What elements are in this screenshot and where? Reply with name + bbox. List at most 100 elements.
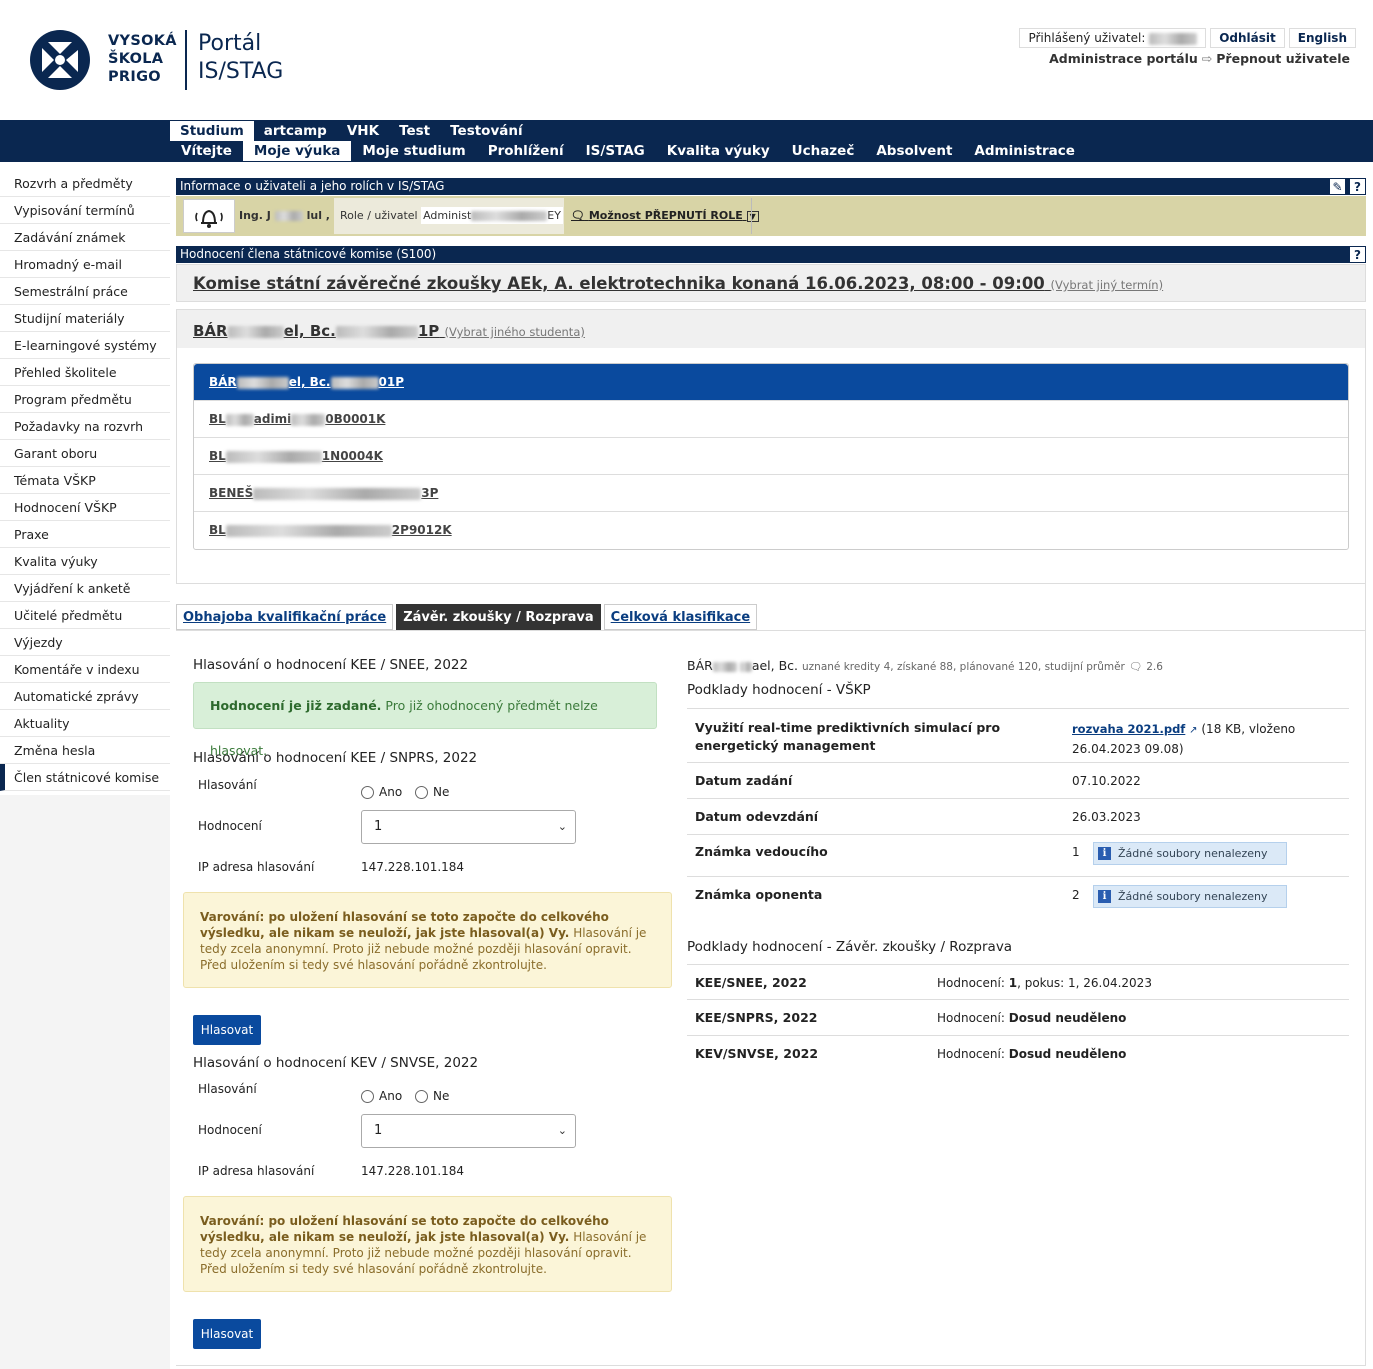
info-icon: i (1098, 890, 1111, 903)
radio-circle-icon (415, 1089, 428, 1103)
nav-test[interactable]: Test (389, 121, 440, 141)
warning-bold: Varování: po uložení hlasování se toto z… (200, 1214, 609, 1244)
nav-testovani[interactable]: Testování (440, 121, 532, 141)
nav-vitejte[interactable]: Vítejte (170, 141, 243, 161)
help-icon[interactable]: ? (1349, 178, 1366, 195)
sidebar-item[interactable]: Hromadný e-mail (0, 251, 170, 278)
admin-portal-link[interactable]: Administrace portálu (1049, 51, 1198, 66)
vote-button[interactable]: Hlasovat (193, 1015, 261, 1045)
student-item-text: BL (209, 412, 226, 426)
sidebar-item[interactable]: Výjezdy (0, 629, 170, 656)
detail-label: Známka oponenta (695, 887, 823, 902)
logout-button[interactable]: Odhlásit (1210, 28, 1285, 48)
nav-is-stag[interactable]: IS/STAG (575, 141, 656, 161)
vote-yes-radio[interactable]: Ano (361, 1089, 402, 1103)
thesis-title: Využití real-time prediktivních simulací… (695, 720, 1001, 753)
switch-user-link[interactable]: Přepnout uživatele (1216, 51, 1350, 66)
vote-no-radio[interactable]: Ne (415, 1089, 449, 1103)
sidebar-item[interactable]: E-learningové systémy (0, 332, 170, 359)
change-term-link[interactable]: (Vybrat jiný termín) (1051, 278, 1164, 292)
student-title[interactable]: BÁR el, Bc. 1P (Vybrat jiného studenta) (193, 322, 585, 340)
nav-moje-vyuka[interactable]: Moje výuka (242, 141, 352, 161)
nav-absolvent[interactable]: Absolvent (865, 141, 963, 161)
vote-yes-radio[interactable]: Ano (361, 785, 402, 799)
sidebar-item[interactable]: Rozvrh a předměty (0, 170, 170, 197)
sidebar-item[interactable]: Program předmětu (0, 386, 170, 413)
change-student-link[interactable]: (Vybrat jiného studenta) (445, 325, 585, 339)
student-list-item[interactable]: BENEŠ 3P (194, 475, 1348, 512)
nav-uchazec[interactable]: Uchazeč (781, 141, 866, 161)
bell-icon[interactable] (183, 199, 235, 233)
sidebar-item[interactable]: Přehled školitele (0, 359, 170, 386)
detail-value: 1 (1072, 845, 1080, 859)
detail-row: Datum odevzdání 26.03.2023 (687, 799, 1349, 835)
role-label: Role / uživatel (340, 209, 418, 222)
tab-overall[interactable]: Celková klasifikace (603, 604, 758, 630)
portal-title[interactable]: Portál IS/STAG (198, 30, 283, 86)
sidebar-item[interactable]: Automatické zprávy (0, 683, 170, 710)
sidebar-item[interactable]: Semestrální práce (0, 278, 170, 305)
student-list-item[interactable]: BL 1N0004K (194, 438, 1348, 475)
comment-icon[interactable]: 🗨 (1129, 661, 1142, 673)
content-border (1365, 584, 1366, 1366)
student-header: BÁR el, Bc. 1P (Vybrat jiného studenta) (177, 310, 1365, 348)
grade-select[interactable]: 1 ⌄ (361, 1114, 576, 1148)
student-list-item-active[interactable]: BÁR el, Bc. 01P (194, 364, 1348, 401)
sidebar-item[interactable]: Komentáře v indexu (0, 656, 170, 683)
vote-button[interactable]: Hlasovat (193, 1319, 261, 1349)
help-icon[interactable]: ? (1349, 246, 1366, 263)
external-link-icon[interactable]: ↗ (1189, 725, 1197, 736)
redacted-text (335, 325, 418, 338)
commission-title[interactable]: Komise státní závěrečné zkoušky AEk, A. … (193, 274, 1163, 293)
student-list-item[interactable]: BL adimi 0B0001K (194, 401, 1348, 438)
sidebar-item[interactable]: Hodnocení VŠKP (0, 494, 170, 521)
tab-final-exam[interactable]: Závěr. zkoušky / Rozprava (396, 604, 601, 630)
user-name-prefix: Ing. J (239, 209, 271, 222)
grade-select[interactable]: 1 ⌄ (361, 810, 576, 844)
student-name-suffix: ael, Bc. (751, 658, 799, 673)
student-name-mid: el, Bc. (283, 322, 336, 340)
voting-section-title: Hlasování o hodnocení KEV / SNVSE, 2022 (193, 1055, 479, 1071)
redacted-text (291, 413, 326, 426)
sidebar-item[interactable]: Studijní materiály (0, 305, 170, 332)
sidebar-item[interactable]: Zadávání známek (0, 224, 170, 251)
role-box: Role / uživatel Administ EY (334, 198, 564, 234)
tab-defense[interactable]: Obhajoba kvalifikační práce (176, 604, 394, 630)
tab-divider (176, 630, 1366, 631)
file-link[interactable]: rozvaha 2021.pdf (1072, 722, 1185, 736)
portal-line: IS/STAG (198, 59, 284, 84)
grade-label: Hodnocení (198, 1123, 262, 1137)
ip-value: 147.228.101.184 (361, 1164, 465, 1178)
school-logo-icon[interactable] (28, 28, 92, 92)
sidebar-item[interactable]: Vyjádření k anketě (0, 575, 170, 602)
detail-label: Známka vedoucího (695, 844, 828, 859)
vote-no-radio[interactable]: Ne (415, 785, 449, 799)
role-value: Administ EY (421, 207, 563, 224)
sidebar-item[interactable]: Učitelé předmětu (0, 602, 170, 629)
page-header: VYSOKÁ ŠKOLA PRIGO Portál IS/STAG Přihlá… (0, 0, 1373, 120)
nav-vhk[interactable]: VHK (337, 121, 389, 141)
nav-administrace[interactable]: Administrace (963, 141, 1085, 161)
sidebar-item[interactable]: Témata VŠKP (0, 467, 170, 494)
sidebar-item[interactable]: Požadavky na rozvrh (0, 413, 170, 440)
student-item-text: BL (209, 449, 226, 463)
nav-studium[interactable]: Studium (170, 121, 254, 141)
commission-title-text: Komise státní závěrečné zkoušky AEk, A. … (193, 274, 1045, 293)
nav-kvalita-vyuky[interactable]: Kvalita výuky (656, 141, 781, 161)
sidebar-item[interactable]: Změna hesla (0, 737, 170, 764)
student-list-item[interactable]: BL 2P9012K (194, 512, 1348, 549)
sidebar-item[interactable]: Praxe (0, 521, 170, 548)
nav-prohlizeni[interactable]: Prohlížení (477, 141, 575, 161)
nav-moje-studium[interactable]: Moje studium (351, 141, 476, 161)
sidebar-item[interactable]: Aktuality (0, 710, 170, 737)
sidebar-item[interactable]: Garant oboru (0, 440, 170, 467)
exam-row: KEV/SNVSE, 2022 Hodnocení: Dosud neuděle… (687, 1036, 1349, 1072)
switch-role-link[interactable]: 🗨 Možnost PŘEPNUTÍ ROLE ▼ (571, 209, 759, 222)
vote-label: Hlasování (198, 778, 257, 792)
sidebar-item-active[interactable]: Člen státnicové komise (0, 764, 170, 791)
language-button[interactable]: English (1288, 28, 1356, 48)
sidebar-item[interactable]: Vypisování termínů (0, 197, 170, 224)
sidebar-item[interactable]: Kvalita výuky (0, 548, 170, 575)
nav-artcamp[interactable]: artcamp (254, 121, 337, 141)
pencil-icon[interactable]: ✎ (1329, 178, 1346, 195)
